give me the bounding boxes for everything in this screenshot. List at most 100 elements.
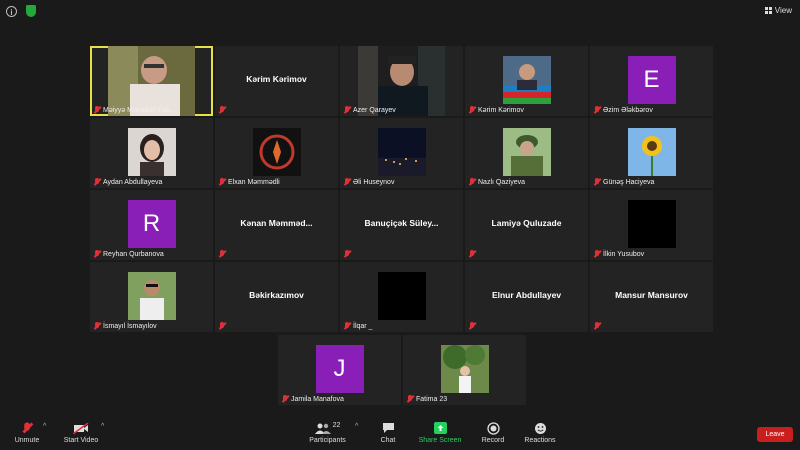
participant-name: Azer Qarayev (353, 106, 396, 114)
participant-name: Fatima 23 (416, 395, 448, 403)
participant-display-name: Kənan Məmməd... (240, 218, 313, 228)
video-off-icon (60, 421, 102, 435)
participant-tile[interactable]: E Əzim Ələkbərov (590, 46, 713, 116)
participant-avatar-letter: J (315, 345, 364, 393)
reactions-icon (521, 421, 559, 435)
participant-tile[interactable]: İsmayıl İsmayılov (90, 262, 213, 332)
participant-tile[interactable]: Günəş Haciyeva (590, 118, 713, 188)
participant-display-name: Lamiyə Quluzade (491, 218, 562, 228)
info-icon[interactable]: i (6, 6, 17, 17)
reactions-button[interactable]: Reactions (521, 421, 559, 444)
participant-profile-photo (127, 128, 176, 176)
muted-mic-icon (344, 106, 350, 114)
participant-tile[interactable]: Əli Huseynov (340, 118, 463, 188)
participant-name-label: Əli Huseynov (344, 178, 394, 186)
participant-tile[interactable]: Mansur Mansurov (590, 262, 713, 332)
participants-options-caret-icon[interactable]: ^ (355, 423, 358, 430)
participant-tile[interactable]: İlkin Yusubov (590, 190, 713, 260)
participant-name: Jamila Manafova (291, 395, 344, 403)
participant-profile-photo (252, 128, 301, 176)
muted-mic-icon (469, 178, 475, 186)
unmute-button[interactable]: Unmute (10, 421, 44, 444)
participant-name-label: Nazlı Qaziyeva (469, 178, 525, 186)
participant-tile[interactable]: Bəkirkazımov (215, 262, 338, 332)
muted-mic-icon (344, 322, 350, 330)
record-button[interactable]: Record (476, 421, 510, 444)
participant-tile[interactable]: Məiyyə Mühaibat Fak... (90, 46, 213, 116)
participant-tile[interactable]: R Reyhan Qurbanova (90, 190, 213, 260)
muted-mic-icon (94, 106, 100, 114)
participant-name: Kərim Kərimov (478, 106, 524, 114)
participant-profile-photo (440, 345, 489, 393)
participant-name-label: Azer Qarayev (344, 106, 396, 114)
reactions-label: Reactions (524, 437, 556, 444)
muted-mic-icon (594, 178, 600, 186)
muted-mic-icon (469, 106, 475, 114)
participant-name-label (344, 250, 350, 258)
participant-tile[interactable]: Elnur Abdullayev (465, 262, 588, 332)
participant-name-label: Əzim Ələkbərov (594, 106, 653, 114)
participant-name: Elxan Məmmədli (228, 178, 280, 186)
participant-name-label: Aydan Abdullayeva (94, 178, 162, 186)
participant-profile-photo (627, 128, 676, 176)
participant-name: İsmayıl İsmayılov (103, 322, 157, 330)
muted-mic-icon (344, 250, 350, 258)
participant-profile-photo (502, 128, 551, 176)
participant-name-label: Kərim Kərimov (469, 106, 524, 114)
participant-tile[interactable]: Azer Qarayev (340, 46, 463, 116)
participant-name-label: Fatima 23 (407, 395, 447, 403)
meeting-toolbar: Unmute ^ Start Video ^ 22 Participants ^… (0, 417, 800, 450)
participant-display-name: Banuçiçək Süley... (364, 218, 439, 228)
participant-name-label: Reyhan Qurbanova (94, 250, 164, 258)
participants-button[interactable]: 22 Participants (305, 421, 350, 445)
top-bar: i View (0, 0, 800, 24)
participant-tile[interactable]: Fatima 23 (403, 335, 526, 405)
participant-name-label (469, 322, 475, 330)
participant-profile-photo (377, 128, 426, 176)
start-video-label: Start Video (63, 437, 99, 444)
participant-tile[interactable]: Lamiyə Quluzade (465, 190, 588, 260)
participant-tile[interactable]: Aydan Abdullayeva (90, 118, 213, 188)
muted-mic-icon (344, 178, 350, 186)
chat-icon (372, 421, 404, 435)
chat-button[interactable]: Chat (372, 421, 404, 444)
grid-view-icon (764, 7, 772, 14)
participant-name: Əli Huseynov (353, 178, 395, 186)
participant-profile-photo (127, 272, 176, 320)
participant-display-name: Kərim Kərimov (246, 74, 307, 84)
encryption-shield-icon[interactable] (26, 5, 36, 17)
muted-mic-icon (469, 322, 475, 330)
muted-mic-icon (10, 421, 44, 435)
participant-tile[interactable]: Kərim Kərimov (215, 46, 338, 116)
participant-avatar (377, 272, 426, 320)
participants-icon (314, 423, 331, 434)
muted-mic-icon (219, 178, 225, 186)
muted-mic-icon (94, 178, 100, 186)
participant-avatar (627, 200, 676, 248)
muted-mic-icon (469, 250, 475, 258)
leave-button[interactable]: Leave (757, 427, 793, 442)
participant-tile[interactable]: Elxan Məmmədli (215, 118, 338, 188)
participant-name-label: İlqar _ (344, 322, 372, 330)
participant-tile[interactable]: Banuçiçək Süley... (340, 190, 463, 260)
participant-name-label (469, 250, 475, 258)
participant-name-label: İsmayıl İsmayılov (94, 322, 157, 330)
start-video-button[interactable]: Start Video (60, 421, 102, 444)
participant-tile[interactable]: Kərim Kərimov (465, 46, 588, 116)
participant-tile[interactable]: Kənan Məmməd... (215, 190, 338, 260)
audio-options-caret-icon[interactable]: ^ (43, 423, 46, 430)
participant-tile[interactable]: İlqar _ (340, 262, 463, 332)
video-options-caret-icon[interactable]: ^ (101, 423, 104, 430)
participant-name-label: Jamila Manafova (282, 395, 344, 403)
record-icon (476, 421, 510, 435)
view-button[interactable]: View (764, 6, 792, 15)
participant-avatar-letter: R (127, 200, 176, 248)
participant-tile[interactable]: Nazlı Qaziyeva (465, 118, 588, 188)
muted-mic-icon (94, 250, 100, 258)
muted-mic-icon (594, 106, 600, 114)
participant-tile[interactable]: J Jamila Manafova (278, 335, 401, 405)
participants-label: Participants (309, 437, 346, 444)
participant-name: Nazlı Qaziyeva (478, 178, 526, 186)
participant-name-label (219, 250, 225, 258)
share-screen-button[interactable]: Share Screen (417, 421, 463, 444)
